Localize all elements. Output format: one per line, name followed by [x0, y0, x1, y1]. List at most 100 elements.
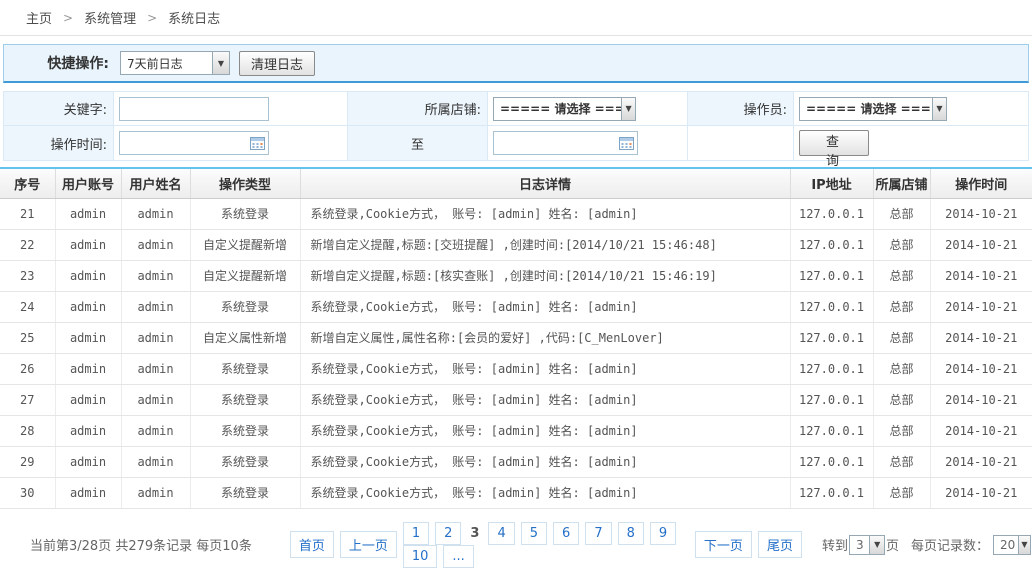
- cell-ip: 127.0.0.1: [790, 384, 873, 415]
- operator-select[interactable]: ===== 请选择 ===== ▼: [799, 97, 947, 121]
- cell-account: admin: [55, 446, 121, 477]
- cell-time: 2014-10-21: [930, 291, 1032, 322]
- cell-no: 23: [0, 260, 55, 291]
- col-header-name: 用户姓名: [121, 168, 190, 198]
- page-number-button[interactable]: 5: [521, 522, 547, 545]
- cell-time: 2014-10-21: [930, 229, 1032, 260]
- cell-account: admin: [55, 229, 121, 260]
- page-number-button[interactable]: 10: [403, 545, 438, 568]
- cell-detail: 系统登录,Cookie方式， 账号: [admin] 姓名: [admin]: [300, 291, 790, 322]
- cell-no: 30: [0, 477, 55, 508]
- calendar-icon[interactable]: [250, 136, 265, 150]
- shop-select-value: ===== 请选择 =====: [494, 100, 621, 117]
- calendar-icon[interactable]: [619, 136, 634, 150]
- cell-time: 2014-10-21: [930, 198, 1032, 229]
- cell-type: 系统登录: [190, 446, 300, 477]
- chevron-down-icon[interactable]: ▼: [621, 98, 635, 120]
- breadcrumb-item-system-management[interactable]: 系统管理: [84, 8, 136, 27]
- cell-name: admin: [121, 229, 190, 260]
- cell-shop: 总部: [873, 260, 930, 291]
- col-header-ip: IP地址: [790, 168, 873, 198]
- quick-action-select-value: 7天前日志: [121, 55, 189, 72]
- shop-select[interactable]: ===== 请选择 ===== ▼: [493, 97, 636, 121]
- shop-label: 所属店铺:: [348, 92, 488, 126]
- page-number-button[interactable]: 6: [553, 522, 579, 545]
- chevron-down-icon[interactable]: ▼: [869, 536, 884, 554]
- time-to-label: 至: [348, 126, 488, 160]
- cell-no: 27: [0, 384, 55, 415]
- cell-shop: 总部: [873, 322, 930, 353]
- time-to-input[interactable]: [493, 131, 638, 155]
- keyword-input[interactable]: [119, 97, 269, 121]
- goto-page-group: 转到 3 ▼ 页 每页记录数： 20 ▼: [822, 535, 1032, 555]
- cell-ip: 127.0.0.1: [790, 229, 873, 260]
- cell-type: 自定义属性新增: [190, 322, 300, 353]
- quick-action-select[interactable]: 7天前日志 ▼: [120, 51, 230, 75]
- page-number-button[interactable]: 4: [488, 522, 514, 545]
- last-page-button[interactable]: 尾页: [758, 531, 802, 558]
- goto-label: 转到: [822, 535, 848, 554]
- cell-type: 系统登录: [190, 384, 300, 415]
- quick-actions-bar: 快捷操作: 7天前日志 ▼ 清理日志: [3, 44, 1029, 83]
- cell-detail: 系统登录,Cookie方式， 账号: [admin] 姓名: [admin]: [300, 446, 790, 477]
- chevron-down-icon[interactable]: ▼: [932, 98, 946, 120]
- cell-no: 21: [0, 198, 55, 229]
- breadcrumb-item-home[interactable]: 主页: [26, 8, 52, 27]
- first-page-button[interactable]: 首页: [290, 531, 334, 558]
- table-row: 24adminadmin系统登录系统登录,Cookie方式， 账号: [admi…: [0, 291, 1032, 322]
- page-number-button[interactable]: ...: [443, 545, 473, 568]
- table-row: 26adminadmin系统登录系统登录,Cookie方式， 账号: [admi…: [0, 353, 1032, 384]
- breadcrumb: 主页 > 系统管理 > 系统日志: [0, 0, 1032, 36]
- page-number-button[interactable]: 7: [585, 522, 611, 545]
- cell-type: 系统登录: [190, 353, 300, 384]
- cell-account: admin: [55, 260, 121, 291]
- cell-no: 24: [0, 291, 55, 322]
- cell-detail: 系统登录,Cookie方式， 账号: [admin] 姓名: [admin]: [300, 415, 790, 446]
- goto-page-select[interactable]: 3 ▼: [849, 535, 885, 555]
- cell-ip: 127.0.0.1: [790, 477, 873, 508]
- chevron-down-icon[interactable]: ▼: [1018, 536, 1030, 554]
- clear-log-button[interactable]: 清理日志: [239, 51, 315, 76]
- cell-ip: 127.0.0.1: [790, 260, 873, 291]
- col-header-account: 用户账号: [55, 168, 121, 198]
- per-page-select[interactable]: 20 ▼: [993, 535, 1031, 555]
- time-from-input[interactable]: [119, 131, 269, 155]
- cell-shop: 总部: [873, 291, 930, 322]
- filter-panel: 关键字: 所属店铺: ===== 请选择 ===== ▼ 操作员: ===== …: [3, 91, 1029, 161]
- cell-account: admin: [55, 477, 121, 508]
- time-label: 操作时间:: [4, 126, 114, 160]
- cell-shop: 总部: [873, 415, 930, 446]
- cell-account: admin: [55, 291, 121, 322]
- cell-detail: 新增自定义提醒,标题:[核实查账] ,创建时间:[2014/10/21 15:4…: [300, 260, 790, 291]
- keyword-label: 关键字:: [4, 92, 114, 126]
- page-number-button[interactable]: 2: [435, 522, 461, 545]
- page-number-button[interactable]: 9: [650, 522, 676, 545]
- table-row: 29adminadmin系统登录系统登录,Cookie方式， 账号: [admi…: [0, 446, 1032, 477]
- log-table: 序号 用户账号 用户姓名 操作类型 日志详情 IP地址 所属店铺 操作时间 21…: [0, 167, 1032, 509]
- table-row: 22adminadmin自定义提醒新增新增自定义提醒,标题:[交班提醒] ,创建…: [0, 229, 1032, 260]
- cell-name: admin: [121, 384, 190, 415]
- cell-ip: 127.0.0.1: [790, 198, 873, 229]
- cell-no: 25: [0, 322, 55, 353]
- next-page-button[interactable]: 下一页: [695, 531, 752, 558]
- quick-actions-label: 快捷操作:: [4, 53, 109, 73]
- page-number-list: 12345678910...: [403, 522, 695, 568]
- cell-type: 系统登录: [190, 477, 300, 508]
- prev-page-button[interactable]: 上一页: [340, 531, 397, 558]
- cell-shop: 总部: [873, 198, 930, 229]
- keyword-cell: [114, 92, 348, 126]
- query-button[interactable]: 查 询: [799, 130, 869, 156]
- cell-detail: 新增自定义提醒,标题:[交班提醒] ,创建时间:[2014/10/21 15:4…: [300, 229, 790, 260]
- cell-shop: 总部: [873, 384, 930, 415]
- pagination-summary: 当前第3/28页 共279条记录 每页10条: [30, 535, 252, 554]
- shop-cell: ===== 请选择 ===== ▼: [488, 92, 688, 126]
- cell-ip: 127.0.0.1: [790, 446, 873, 477]
- cell-no: 22: [0, 229, 55, 260]
- col-header-time: 操作时间: [930, 168, 1032, 198]
- chevron-down-icon[interactable]: ▼: [212, 52, 229, 74]
- cell-account: admin: [55, 384, 121, 415]
- cell-shop: 总部: [873, 353, 930, 384]
- page-number-button[interactable]: 8: [618, 522, 644, 545]
- page-number-button[interactable]: 1: [403, 522, 429, 545]
- breadcrumb-item-system-log: 系统日志: [168, 8, 220, 27]
